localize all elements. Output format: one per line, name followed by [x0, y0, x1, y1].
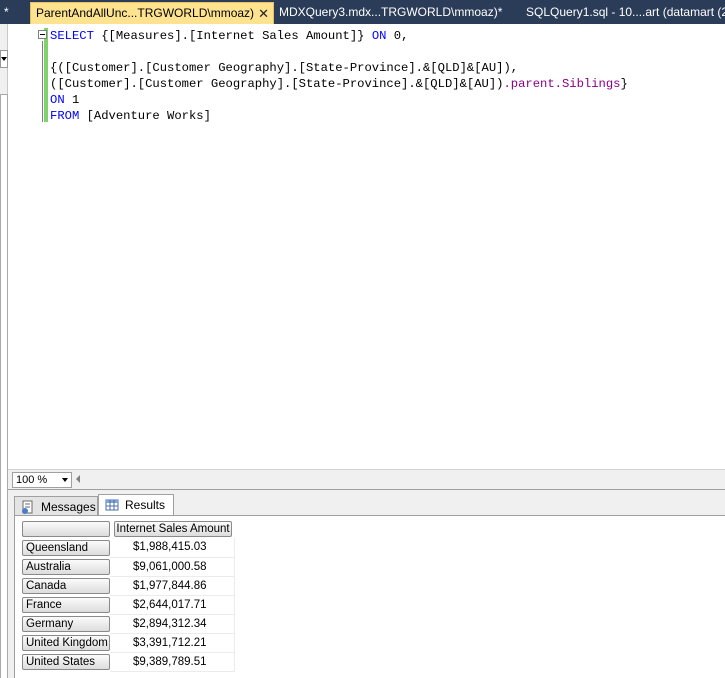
- tab-results-label: Results: [125, 498, 166, 512]
- code-line[interactable]: ON 1: [50, 92, 628, 108]
- results-grid-area: Internet Sales Amount Queensland $1,988,4…: [14, 515, 725, 678]
- code-token: ON: [371, 29, 394, 43]
- code-token: .parent.Siblings: [503, 77, 621, 91]
- chevron-down-icon[interactable]: [0, 50, 8, 68]
- code-token: ON: [50, 93, 72, 107]
- results-pane: Messages Results Internet Sales Amount Q…: [8, 489, 725, 678]
- messages-icon: [22, 500, 33, 514]
- row-header[interactable]: United States: [20, 652, 110, 671]
- close-icon[interactable]: ✕: [258, 3, 269, 24]
- code-token: {([Customer].[Customer Geography].[State…: [50, 61, 519, 75]
- code-line[interactable]: SELECT {[Measures].[Internet Sales Amoun…: [50, 28, 628, 44]
- tab-previous[interactable]: *: [0, 2, 30, 24]
- code-line[interactable]: {([Customer].[Customer Geography].[State…: [50, 60, 628, 76]
- scroll-left-icon[interactable]: [76, 475, 80, 483]
- table-row[interactable]: Australia $9,061,000.58: [20, 557, 235, 577]
- code-line[interactable]: ([Customer].[Customer Geography].[State-…: [50, 76, 628, 92]
- object-explorer-collapsed: [0, 24, 8, 678]
- grid-icon: [105, 499, 119, 511]
- table-row[interactable]: Germany $2,894,312.34: [20, 614, 235, 634]
- table-row[interactable]: United Kingdom $3,391,712.21: [20, 633, 235, 653]
- table-row[interactable]: United States $9,389,789.51: [20, 652, 235, 672]
- row-header[interactable]: Queensland: [20, 538, 110, 557]
- tab-sqlquery1[interactable]: SQLQuery1.sql - 10....art (datamart (25: [522, 2, 725, 24]
- value-cell[interactable]: $9,389,789.51: [110, 652, 235, 672]
- table-row[interactable]: France $2,644,017.71: [20, 595, 235, 615]
- change-tracking-bar: [44, 28, 48, 122]
- value-cell[interactable]: $2,644,017.71: [110, 595, 235, 615]
- table-row[interactable]: Canada $1,977,844.86: [20, 576, 235, 596]
- row-header[interactable]: Australia: [20, 557, 110, 576]
- corner-header[interactable]: [20, 519, 110, 538]
- code-token: }: [620, 77, 628, 91]
- row-header-label: France: [22, 596, 110, 613]
- row-header-label: United States: [22, 653, 110, 670]
- zoom-bar: 100 %: [8, 469, 725, 489]
- query-editor[interactable]: SELECT {[Measures].[Internet Sales Amoun…: [8, 24, 725, 469]
- row-header[interactable]: Germany: [20, 614, 110, 633]
- code-token: ([Customer].[Customer Geography].[State-…: [50, 77, 504, 91]
- chevron-down-icon: [62, 478, 68, 482]
- collapse-icon[interactable]: [38, 30, 47, 39]
- value-cell[interactable]: $9,061,000.58: [110, 557, 235, 577]
- code-line[interactable]: [50, 44, 628, 60]
- table-row[interactable]: Queensland $1,988,415.03: [20, 538, 235, 558]
- code-token: 0,: [393, 29, 409, 43]
- row-header-label: Australia: [22, 558, 110, 575]
- tab-parentandallunc[interactable]: ParentAndAllUnc...TRGWORLD\mmoaz) ✕: [30, 2, 274, 24]
- editor-gutter: [8, 24, 30, 469]
- tab-messages-label: Messages: [41, 500, 96, 514]
- zoom-select[interactable]: 100 %: [12, 472, 72, 488]
- row-header-label: Canada: [22, 577, 110, 594]
- code-token: {[Measures].[Internet Sales Amount]}: [101, 29, 372, 43]
- results-grid: Internet Sales Amount Queensland $1,988,4…: [20, 519, 235, 672]
- code-text[interactable]: SELECT {[Measures].[Internet Sales Amoun…: [50, 28, 628, 124]
- tab-mdxquery3[interactable]: MDXQuery3.mdx...TRGWORLD\mmoaz)*: [274, 2, 512, 24]
- row-header[interactable]: France: [20, 595, 110, 614]
- row-header-label: United Kingdom: [22, 634, 110, 651]
- code-token: FROM: [50, 109, 87, 123]
- tab-results[interactable]: Results: [98, 494, 174, 517]
- document-tab-strip: * ParentAndAllUnc...TRGWORLD\mmoaz) ✕ MD…: [0, 0, 725, 24]
- code-token: SELECT: [50, 29, 102, 43]
- row-header-label: Germany: [22, 615, 110, 632]
- code-token: [Adventure Works]: [86, 109, 211, 123]
- code-token: 1: [71, 93, 80, 107]
- row-header[interactable]: United Kingdom: [20, 633, 110, 652]
- outline-line: [42, 41, 43, 122]
- row-header[interactable]: Canada: [20, 576, 110, 595]
- side-panel-frame: [0, 94, 8, 678]
- column-header[interactable]: Internet Sales Amount: [110, 519, 234, 538]
- zoom-value: 100 %: [16, 474, 48, 486]
- value-cell[interactable]: $1,977,844.86: [110, 576, 235, 596]
- tab-label: ParentAndAllUnc...TRGWORLD\mmoaz): [36, 6, 255, 20]
- code-line[interactable]: FROM [Adventure Works]: [50, 108, 628, 124]
- value-cell[interactable]: $1,988,415.03: [110, 538, 235, 558]
- row-header-label: Queensland: [22, 539, 110, 556]
- value-cell[interactable]: $3,391,712.21: [110, 633, 235, 653]
- value-cell[interactable]: $2,894,312.34: [110, 614, 235, 634]
